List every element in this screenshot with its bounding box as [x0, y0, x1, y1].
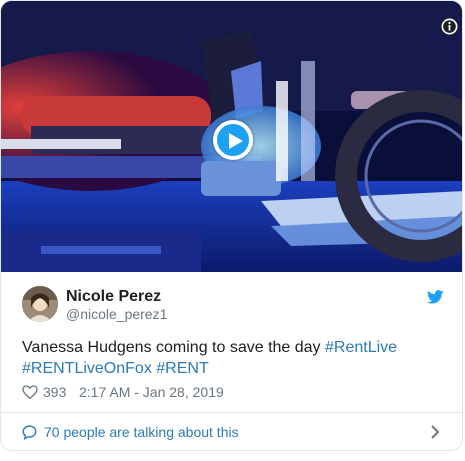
- like-count[interactable]: 393: [43, 384, 66, 400]
- video-thumbnail[interactable]: [1, 1, 462, 272]
- tweet-text-body: Vanessa Hudgens coming to save the day: [22, 339, 325, 356]
- chevron-right-icon: [431, 425, 440, 439]
- play-icon: [229, 133, 243, 149]
- speech-bubble-icon: [22, 425, 37, 440]
- heart-icon[interactable]: [22, 385, 38, 399]
- twitter-bird-icon[interactable]: [427, 290, 444, 304]
- hashtag-link[interactable]: #RentLive: [325, 339, 397, 356]
- embedded-tweet-card: Nicole Perez @nicole_perez1 Vanessa Hudg…: [0, 0, 463, 451]
- author-name[interactable]: Nicole Perez: [66, 288, 161, 306]
- play-button[interactable]: [213, 120, 253, 160]
- avatar[interactable]: [22, 286, 58, 322]
- hashtag-link[interactable]: #RENT: [156, 360, 208, 377]
- tweet-timestamp[interactable]: 2:17 AM - Jan 28, 2019: [79, 384, 224, 400]
- conversation-link[interactable]: 70 people are talking about this: [1, 413, 462, 450]
- hashtag-link[interactable]: #RENTLiveOnFox: [22, 360, 152, 377]
- info-icon[interactable]: [441, 18, 458, 35]
- tweet-text: Vanessa Hudgens coming to save the day #…: [22, 337, 442, 379]
- tweet-author: Nicole Perez @nicole_perez1: [22, 286, 444, 326]
- author-handle[interactable]: @nicole_perez1: [66, 306, 167, 322]
- avatar-image: [22, 286, 58, 322]
- conversation-count-text: 70 people are talking about this: [44, 424, 239, 440]
